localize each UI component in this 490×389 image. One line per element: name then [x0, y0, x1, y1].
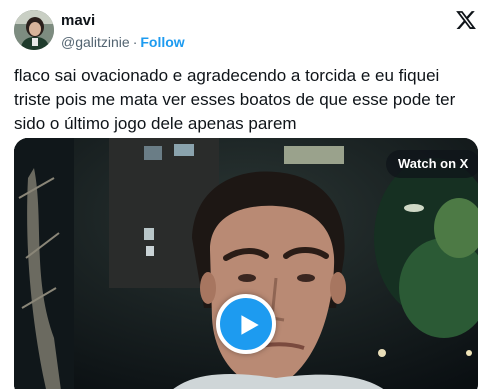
tweet-card: mavi @galitzinie · Follow flaco sai ovacio… — [0, 0, 490, 389]
author-avatar[interactable] — [14, 10, 54, 50]
video-player[interactable]: Watch on X — [14, 138, 478, 389]
play-icon — [241, 315, 259, 335]
x-logo-icon[interactable] — [455, 9, 477, 31]
separator-dot: · — [132, 34, 138, 50]
author-handle[interactable]: @galitzinie — [61, 34, 130, 50]
follow-link[interactable]: Follow — [140, 34, 184, 50]
author-meta: @galitzinie · Follow — [61, 33, 185, 51]
play-button[interactable] — [216, 294, 276, 354]
avatar-image — [14, 10, 54, 50]
author-name[interactable]: mavi — [61, 12, 95, 30]
tweet-text: flaco sai ovacionado e agradecendo a tor… — [14, 66, 456, 133]
watch-on-x-button[interactable]: Watch on X — [386, 150, 478, 178]
